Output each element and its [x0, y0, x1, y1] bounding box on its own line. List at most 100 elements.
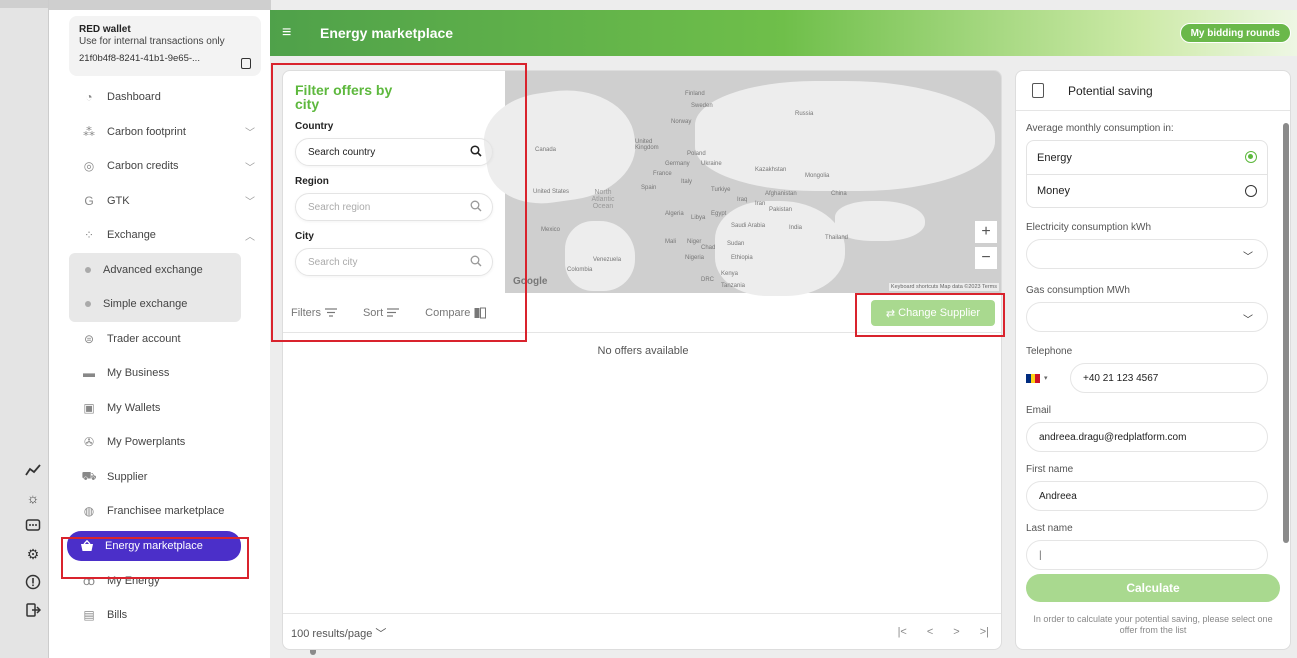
last-page-icon[interactable]: >|: [980, 626, 989, 638]
franchise-icon: ◍: [83, 504, 95, 519]
sidebar-item-label: My Energy: [107, 574, 160, 587]
first-page-icon[interactable]: |<: [898, 626, 907, 638]
sidebar-item-label: Bills: [107, 609, 128, 622]
electricity-consumption-select[interactable]: ﹀: [1026, 239, 1268, 269]
map-attribution[interactable]: Keyboard shortcuts Map data ©2023 Terms: [888, 283, 999, 291]
change-supplier-button[interactable]: ⇄ Change Supplier: [871, 300, 995, 326]
prev-page-icon[interactable]: <: [927, 626, 933, 638]
info-icon[interactable]: [23, 572, 43, 592]
sidebar-item-my-powerplants[interactable]: ✇ My Powerplants: [69, 425, 269, 460]
sidebar-item-my-energy[interactable]: ꝏ My Energy: [69, 564, 269, 599]
map-label: Poland: [687, 151, 706, 157]
sidebar-item-my-business[interactable]: ▬ My Business: [69, 356, 269, 391]
calculate-button[interactable]: Calculate: [1026, 574, 1280, 602]
hamburger-icon[interactable]: ≡: [282, 24, 302, 42]
map[interactable]: Finland Sweden Norway Russia United King…: [478, 71, 1001, 296]
sidebar-item-label: Supplier: [107, 470, 148, 483]
sidebar-item-supplier[interactable]: ⛟ Supplier: [69, 460, 269, 495]
sidebar-item-energy-marketplace[interactable]: Energy marketplace: [67, 530, 241, 561]
search-icon: [470, 200, 482, 212]
email-label: Email: [1026, 405, 1052, 416]
powerplant-icon: ✇: [83, 435, 95, 450]
city-label: City: [295, 231, 314, 242]
country-search-input[interactable]: Search country: [295, 138, 493, 166]
wallet-subtitle: Use for internal transactions only: [79, 36, 225, 47]
sidebar-item-my-wallets[interactable]: ▣ My Wallets: [69, 391, 269, 426]
map-label: India: [789, 225, 803, 231]
option-money[interactable]: Money: [1027, 174, 1267, 207]
sidebar-item-carbon-footprint[interactable]: ⁂ Carbon footprint ﹀: [69, 115, 269, 150]
bullet-icon: [85, 266, 91, 273]
logout-icon[interactable]: [23, 600, 43, 620]
map-label: Germany: [665, 161, 690, 167]
chart-icon[interactable]: [23, 460, 43, 480]
gas-consumption-select[interactable]: ﹀: [1026, 302, 1268, 332]
map-label: Mexico: [541, 227, 561, 233]
radio-unselected-icon[interactable]: [1245, 185, 1257, 197]
map-label: Sudan: [727, 241, 745, 247]
compare-icon: [474, 307, 487, 318]
country-code-select[interactable]: ▾: [1026, 373, 1060, 383]
sidebar-item-carbon-credits[interactable]: ◎ Carbon credits ﹀: [69, 149, 269, 184]
compare-button[interactable]: Compare: [425, 307, 487, 319]
sun-icon[interactable]: ☼: [23, 488, 43, 508]
region-search-input[interactable]: Search region: [295, 193, 493, 221]
map-label: Ethiopia: [731, 255, 753, 261]
truck-icon: ⛟: [81, 468, 97, 483]
chat-icon[interactable]: [23, 516, 43, 536]
app-header: ≡ Energy marketplace My bidding rounds: [270, 10, 1297, 56]
telephone-input[interactable]: +40 21 123 4567: [1070, 363, 1268, 393]
settings-icon[interactable]: ⚙: [23, 544, 43, 564]
sidebar-menu: ◔ Dashboard ⁂ Carbon footprint ﹀ ◎ Carbo…: [67, 80, 269, 633]
wallet-card[interactable]: RED wallet Use for internal transactions…: [69, 16, 261, 76]
next-page-icon[interactable]: >: [953, 626, 959, 638]
scrollbar-thumb[interactable]: [1283, 123, 1289, 543]
map-label: Colombia: [567, 267, 593, 273]
zoom-in-button[interactable]: +: [975, 221, 997, 243]
sidebar-item-exchange[interactable]: ⁘ Exchange ︿: [69, 218, 269, 253]
results-per-page-select[interactable]: 100 results/page ﹀: [291, 625, 386, 641]
zoom-out-button[interactable]: −: [975, 247, 997, 269]
first-name-input[interactable]: Andreea: [1026, 481, 1268, 511]
map-label: Spain: [641, 185, 657, 191]
sidebar-item-franchisee-marketplace[interactable]: ◍ Franchisee marketplace: [69, 494, 269, 529]
bills-icon: ▤: [83, 608, 95, 623]
map-label: Sweden: [691, 103, 713, 109]
copy-icon[interactable]: [241, 58, 251, 69]
telephone-value: +40 21 123 4567: [1083, 372, 1159, 384]
sidebar-item-trader-account[interactable]: ⊜ Trader account: [69, 322, 269, 357]
exchange-icon: ⁘: [83, 228, 95, 243]
sidebar-item-dashboard[interactable]: ◔ Dashboard: [69, 80, 269, 115]
energy-icon: ꝏ: [82, 573, 96, 588]
my-bidding-rounds-button[interactable]: My bidding rounds: [1179, 23, 1291, 43]
sort-label: Sort: [362, 306, 384, 319]
panel-scrollbar[interactable]: [1282, 111, 1290, 561]
romania-flag-icon: [1026, 373, 1041, 383]
radio-selected-icon[interactable]: [1245, 151, 1257, 163]
sidebar-item-bills[interactable]: ▤ Bills: [69, 598, 269, 633]
change-supplier-label: Change Supplier: [898, 307, 981, 319]
country-value: Search country: [308, 146, 376, 158]
option-energy[interactable]: Energy: [1027, 141, 1267, 174]
gtk-icon: G: [84, 193, 94, 208]
sidebar-item-simple-exchange[interactable]: Simple exchange: [69, 287, 241, 322]
text-cursor: |: [1039, 549, 1042, 561]
chevron-down-icon: ﹀: [1243, 252, 1253, 263]
sidebar-item-gtk[interactable]: G GTK ﹀: [69, 184, 269, 219]
empty-state-text: No offers available: [597, 345, 689, 357]
sort-button[interactable]: Sort: [362, 306, 400, 319]
results-per-page-label: 100 results/page: [291, 627, 373, 640]
chevron-up-icon: ︿: [245, 231, 255, 243]
filters-button[interactable]: Filters: [291, 307, 337, 319]
first-name-label: First name: [1026, 464, 1074, 475]
map-land-arabia-india: [835, 201, 925, 241]
city-search-input[interactable]: Search city: [295, 248, 493, 276]
sidebar-item-label: My Business: [107, 367, 170, 380]
sidebar-item-label: My Wallets: [107, 401, 161, 414]
sidebar-item-advanced-exchange[interactable]: Advanced exchange: [69, 253, 241, 288]
telephone-label: Telephone: [1026, 346, 1073, 357]
sidebar-item-label: Carbon credits: [107, 160, 179, 173]
email-input[interactable]: andreea.dragu@redplatform.com: [1026, 422, 1268, 452]
last-name-input[interactable]: |: [1026, 540, 1268, 570]
sidebar-item-label: GTK: [107, 194, 130, 207]
